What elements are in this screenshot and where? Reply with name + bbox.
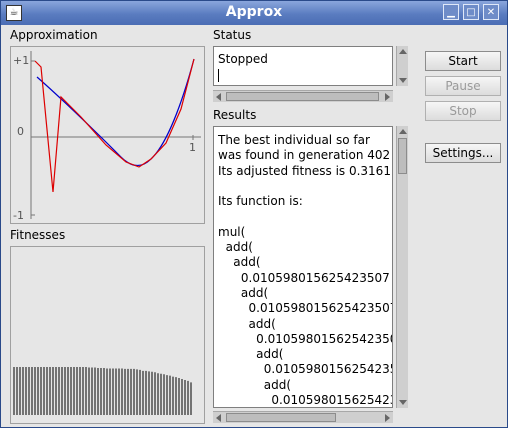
- results-label: Results: [213, 108, 257, 122]
- results-vertical-scrollbar[interactable]: [396, 126, 408, 408]
- x-one-label: 1: [189, 141, 196, 154]
- results-line: 0.010598015625423507: [263, 362, 392, 377]
- stop-button[interactable]: Stop: [425, 101, 501, 121]
- y-min-label: -1: [13, 209, 24, 222]
- results-line: add(: [218, 255, 261, 270]
- scroll-right-arrow-icon[interactable]: [385, 414, 390, 422]
- text-cursor: [218, 69, 219, 82]
- results-textbox[interactable]: The best individual so far was found in g…: [213, 126, 393, 408]
- scroll-right-arrow-icon[interactable]: [385, 93, 390, 101]
- approximation-plot: +1 0 -1 1: [10, 46, 205, 224]
- results-line: mul(: [218, 224, 246, 239]
- results-line: 0.010598015625423507: [218, 331, 393, 346]
- scroll-down-arrow-icon[interactable]: [399, 400, 407, 405]
- results-line: add(: [218, 316, 276, 331]
- approx-window: ☕ Approx ▁ □ ✕ Approximation +1 0 -1 1 F…: [0, 0, 508, 428]
- results-line: add(: [218, 377, 292, 392]
- results-horizontal-scrollbar[interactable]: [213, 411, 393, 423]
- results-text: The best individual so far was found in g…: [218, 133, 393, 408]
- results-line: 0.010598015625423507: [271, 393, 392, 408]
- fitnesses-plot: [10, 246, 205, 424]
- y-zero-label: 0: [17, 125, 24, 138]
- maximize-button[interactable]: □: [463, 4, 479, 20]
- approximation-curve: [34, 58, 195, 193]
- minimize-button[interactable]: ▁: [443, 4, 459, 20]
- scroll-up-arrow-icon[interactable]: [399, 49, 407, 54]
- y-max-label: +1: [13, 54, 29, 67]
- results-vertical-thumb[interactable]: [398, 138, 407, 174]
- results-line: 0.010598015625423507: [218, 270, 390, 285]
- status-horizontal-thumb[interactable]: [226, 92, 379, 101]
- results-line: add(: [218, 240, 253, 255]
- close-button[interactable]: ✕: [483, 4, 499, 20]
- scroll-up-arrow-icon[interactable]: [399, 129, 407, 134]
- status-label: Status: [213, 28, 252, 42]
- status-vertical-scrollbar[interactable]: [396, 46, 408, 86]
- target-curve: [36, 58, 195, 167]
- results-line: Its function is:: [218, 194, 303, 209]
- window-title: Approx: [225, 4, 283, 20]
- start-button[interactable]: Start: [425, 51, 501, 71]
- results-line: The best individual so far: [218, 133, 370, 147]
- status-horizontal-scrollbar[interactable]: [213, 90, 393, 102]
- results-line: 0.010598015625423507: [218, 301, 393, 316]
- results-line: add(: [218, 347, 284, 362]
- results-horizontal-thumb[interactable]: [226, 413, 336, 422]
- results-line: Its adjusted fitness is 0.3161: [218, 163, 391, 178]
- title-bar[interactable]: ☕ Approx ▁ □ ✕: [1, 1, 507, 25]
- scroll-left-arrow-icon[interactable]: [216, 93, 221, 101]
- results-line: add(: [218, 285, 269, 300]
- pause-button[interactable]: Pause: [425, 76, 501, 96]
- results-line: [218, 209, 392, 224]
- settings-button[interactable]: Settings...: [425, 143, 501, 163]
- approximation-label: Approximation: [10, 28, 98, 42]
- approximation-svg: +1 0 -1 1: [13, 51, 201, 222]
- results-line: was found in generation 402: [218, 148, 391, 163]
- scroll-left-arrow-icon[interactable]: [216, 414, 221, 422]
- status-text: Stopped: [218, 52, 268, 66]
- status-textbox[interactable]: Stopped: [213, 46, 393, 86]
- results-line: [218, 179, 392, 194]
- scroll-down-arrow-icon[interactable]: [399, 78, 407, 83]
- fitnesses-label: Fitnesses: [10, 228, 66, 242]
- fitnesses-svg: [13, 367, 192, 415]
